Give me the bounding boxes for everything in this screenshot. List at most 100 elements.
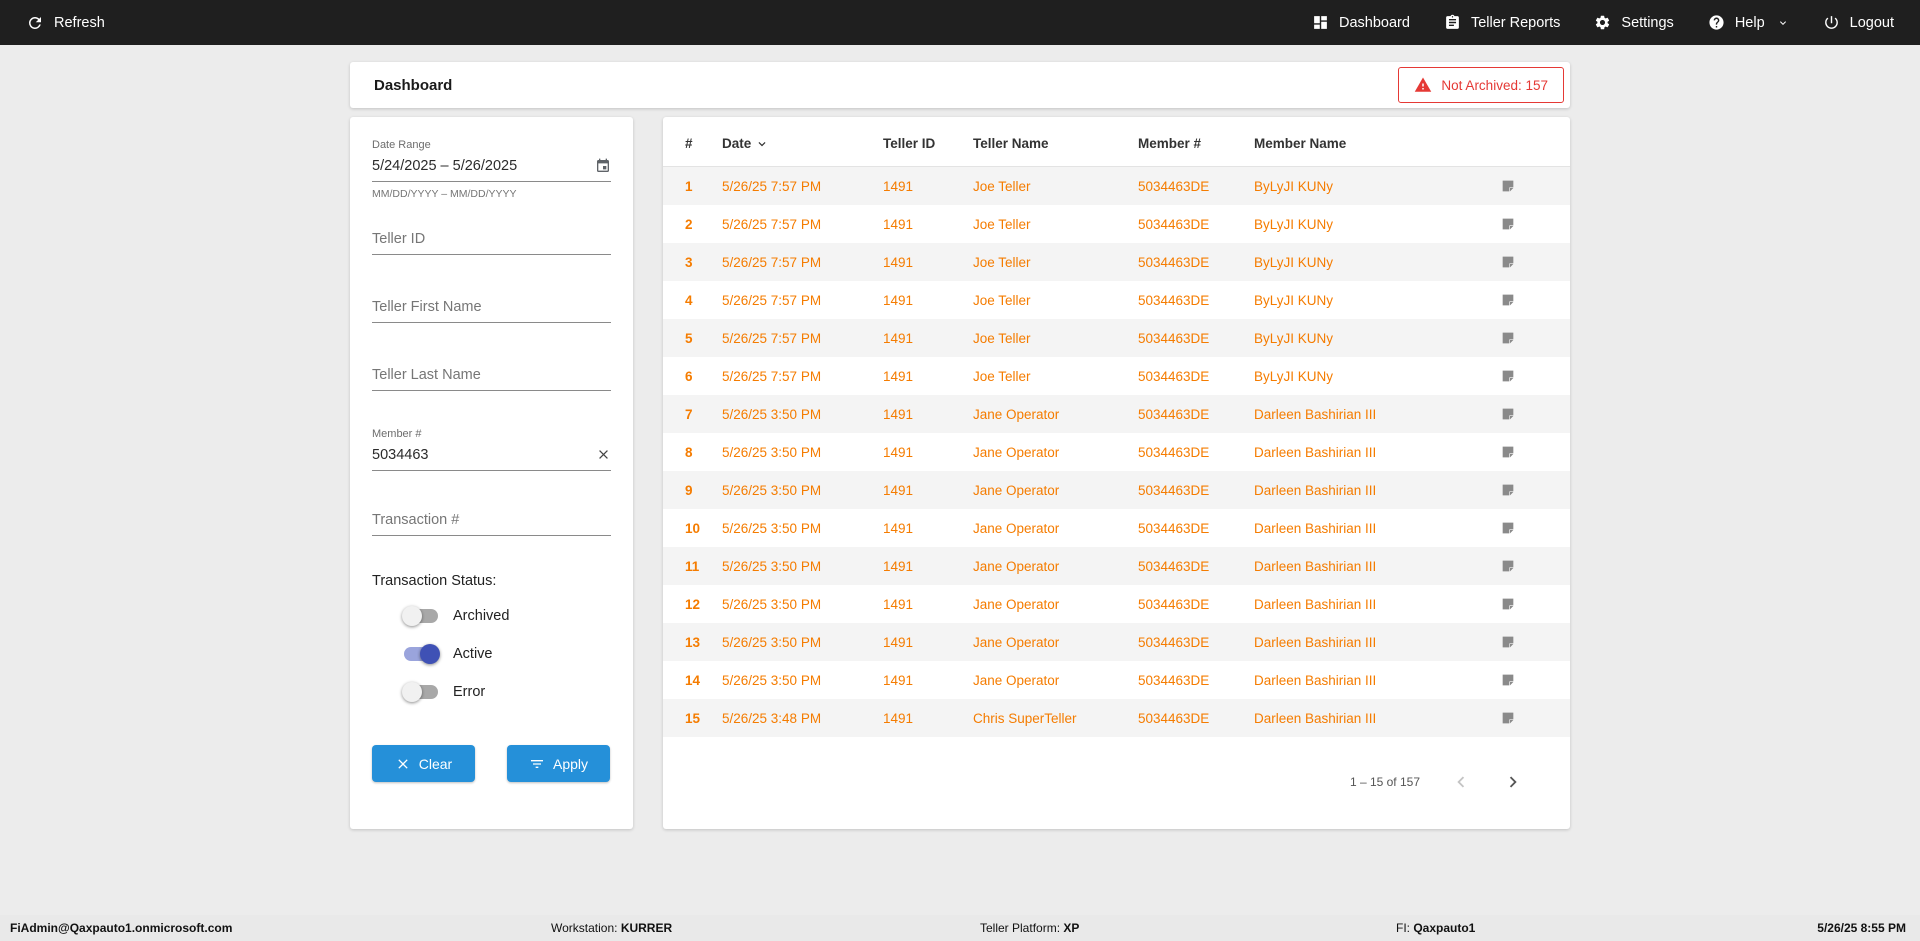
date-range-input[interactable]	[372, 151, 611, 181]
refresh-button[interactable]: Refresh	[26, 14, 105, 32]
clear-button[interactable]: Clear	[372, 745, 475, 782]
calendar-icon[interactable]	[595, 158, 611, 174]
teller-first-name-input[interactable]	[372, 292, 611, 322]
note-icon[interactable]	[1489, 634, 1535, 650]
cell-teller-name: Jane Operator	[973, 672, 1060, 688]
dashboard-header-card: Dashboard Not Archived: 157	[350, 62, 1570, 108]
note-icon[interactable]	[1489, 672, 1535, 688]
note-icon[interactable]	[1489, 216, 1535, 232]
table-row[interactable]: 13 5/26/25 3:50 PM 1491 Jane Operator 503446…	[663, 623, 1570, 661]
note-icon[interactable]	[1489, 178, 1535, 194]
note-icon[interactable]	[1489, 596, 1535, 612]
table-row[interactable]: 2 5/26/25 7:57 PM 1491 Joe Teller 5034463DE B…	[663, 205, 1570, 243]
note-icon[interactable]	[1489, 406, 1535, 422]
cell-teller-name: Jane Operator	[973, 596, 1060, 612]
note-icon[interactable]	[1489, 520, 1535, 536]
cell-num: 5	[685, 330, 693, 346]
nav-help[interactable]: Help	[1708, 14, 1789, 31]
table-row[interactable]: 7 5/26/25 3:50 PM 1491 Jane Operator 5034463…	[663, 395, 1570, 433]
cell-member-name: Darleen Bashirian III	[1254, 634, 1377, 650]
transaction-number-input[interactable]	[372, 505, 611, 535]
note-icon[interactable]	[1489, 482, 1535, 498]
table-row[interactable]: 10 5/26/25 3:50 PM 1491 Jane Operator 503446…	[663, 509, 1570, 547]
pagination-range-label: 1 – 15 of 157	[1349, 775, 1420, 789]
note-icon[interactable]	[1489, 368, 1535, 384]
member-number-input[interactable]	[372, 440, 611, 470]
col-header-num: #	[685, 136, 693, 151]
clear-member-icon[interactable]	[596, 447, 611, 462]
teller-id-field-wrap	[372, 224, 611, 255]
pagination-prev-button[interactable]	[1450, 771, 1472, 793]
teller-id-input[interactable]	[372, 224, 611, 254]
nav-dashboard[interactable]: Dashboard	[1312, 14, 1410, 31]
table-row[interactable]: 9 5/26/25 3:50 PM 1491 Jane Operator 5034463…	[663, 471, 1570, 509]
cell-teller-name: Joe Teller	[973, 178, 1031, 194]
apply-button[interactable]: Apply	[507, 745, 610, 782]
cell-member-name: ByLyJI KUNy	[1254, 368, 1334, 384]
note-icon[interactable]	[1489, 710, 1535, 726]
col-header-member-name: Member Name	[1254, 136, 1347, 151]
nav-logout-label: Logout	[1849, 14, 1894, 31]
teller-last-name-input[interactable]	[372, 360, 611, 390]
status-platform-label: Teller Platform:	[980, 921, 1064, 935]
cell-teller-id: 1491	[883, 672, 914, 688]
toggle-label-error: Error	[453, 684, 486, 700]
nav-settings[interactable]: Settings	[1594, 14, 1674, 31]
toggle-archived[interactable]	[402, 605, 440, 627]
toggle-error[interactable]	[402, 681, 440, 703]
table-row[interactable]: 11 5/26/25 3:50 PM 1491 Jane Operator 503446…	[663, 547, 1570, 585]
table-row[interactable]: 4 5/26/25 7:57 PM 1491 Joe Teller 5034463DE B…	[663, 281, 1570, 319]
table-row[interactable]: 5 5/26/25 7:57 PM 1491 Joe Teller 5034463DE B…	[663, 319, 1570, 357]
cell-date: 5/26/25 3:50 PM	[722, 596, 822, 612]
cell-teller-name: Joe Teller	[973, 330, 1031, 346]
status-fi-value: Qaxpauto1	[1413, 921, 1476, 935]
date-range-label: Date Range	[372, 139, 431, 151]
pagination-next-button[interactable]	[1502, 771, 1524, 793]
cell-member-name: ByLyJI KUNy	[1254, 330, 1334, 346]
cell-teller-id: 1491	[883, 558, 914, 574]
cell-member: 5034463DE	[1138, 482, 1210, 498]
col-header-date[interactable]: Date	[722, 136, 883, 151]
cell-member-name: Darleen Bashirian III	[1254, 482, 1377, 498]
status-platform-value: XP	[1063, 921, 1080, 935]
note-icon[interactable]	[1489, 254, 1535, 270]
cell-member: 5034463DE	[1138, 672, 1210, 688]
nav-logout[interactable]: Logout	[1823, 14, 1894, 31]
cell-member: 5034463DE	[1138, 710, 1210, 726]
cell-num: 14	[685, 672, 701, 688]
cell-num: 15	[685, 710, 701, 726]
cell-num: 8	[685, 444, 693, 460]
note-icon[interactable]	[1489, 558, 1535, 574]
table-row[interactable]: 1 5/26/25 7:57 PM 1491 Joe Teller 5034463DE B…	[663, 167, 1570, 205]
table-row[interactable]: 3 5/26/25 7:57 PM 1491 Joe Teller 5034463DE B…	[663, 243, 1570, 281]
nav-dashboard-label: Dashboard	[1339, 14, 1410, 31]
table-row[interactable]: 6 5/26/25 7:57 PM 1491 Joe Teller 5034463DE B…	[663, 357, 1570, 395]
cell-date: 5/26/25 3:50 PM	[722, 482, 822, 498]
table-row[interactable]: 8 5/26/25 3:50 PM 1491 Jane Operator 5034463…	[663, 433, 1570, 471]
cell-member: 5034463DE	[1138, 292, 1210, 308]
cell-date: 5/26/25 7:57 PM	[722, 178, 822, 194]
cell-date: 5/26/25 3:50 PM	[722, 520, 822, 536]
cell-num: 7	[685, 406, 693, 422]
cell-date: 5/26/25 7:57 PM	[722, 292, 822, 308]
cell-teller-name: Jane Operator	[973, 482, 1060, 498]
note-icon[interactable]	[1489, 444, 1535, 460]
cell-teller-id: 1491	[883, 330, 914, 346]
cell-member: 5034463DE	[1138, 406, 1210, 422]
cell-num: 2	[685, 216, 693, 232]
nav-teller-reports[interactable]: Teller Reports	[1444, 14, 1560, 31]
toggle-row-archived: Archived	[402, 605, 611, 627]
warning-icon	[1414, 76, 1432, 94]
toggle-active[interactable]	[402, 643, 440, 665]
note-icon[interactable]	[1489, 330, 1535, 346]
note-icon[interactable]	[1489, 292, 1535, 308]
table-row[interactable]: 15 5/26/25 3:48 PM 1491 Chris SuperTeller 50…	[663, 699, 1570, 737]
table-row[interactable]: 12 5/26/25 3:50 PM 1491 Jane Operator 503446…	[663, 585, 1570, 623]
cell-teller-name: Jane Operator	[973, 444, 1060, 460]
cell-member: 5034463DE	[1138, 216, 1210, 232]
cell-member-name: ByLyJI KUNy	[1254, 178, 1334, 194]
cell-teller-id: 1491	[883, 216, 914, 232]
table-row[interactable]: 14 5/26/25 3:50 PM 1491 Jane Operator 503446…	[663, 661, 1570, 699]
member-number-label: Member #	[372, 428, 422, 440]
teller-reports-icon	[1444, 14, 1461, 31]
